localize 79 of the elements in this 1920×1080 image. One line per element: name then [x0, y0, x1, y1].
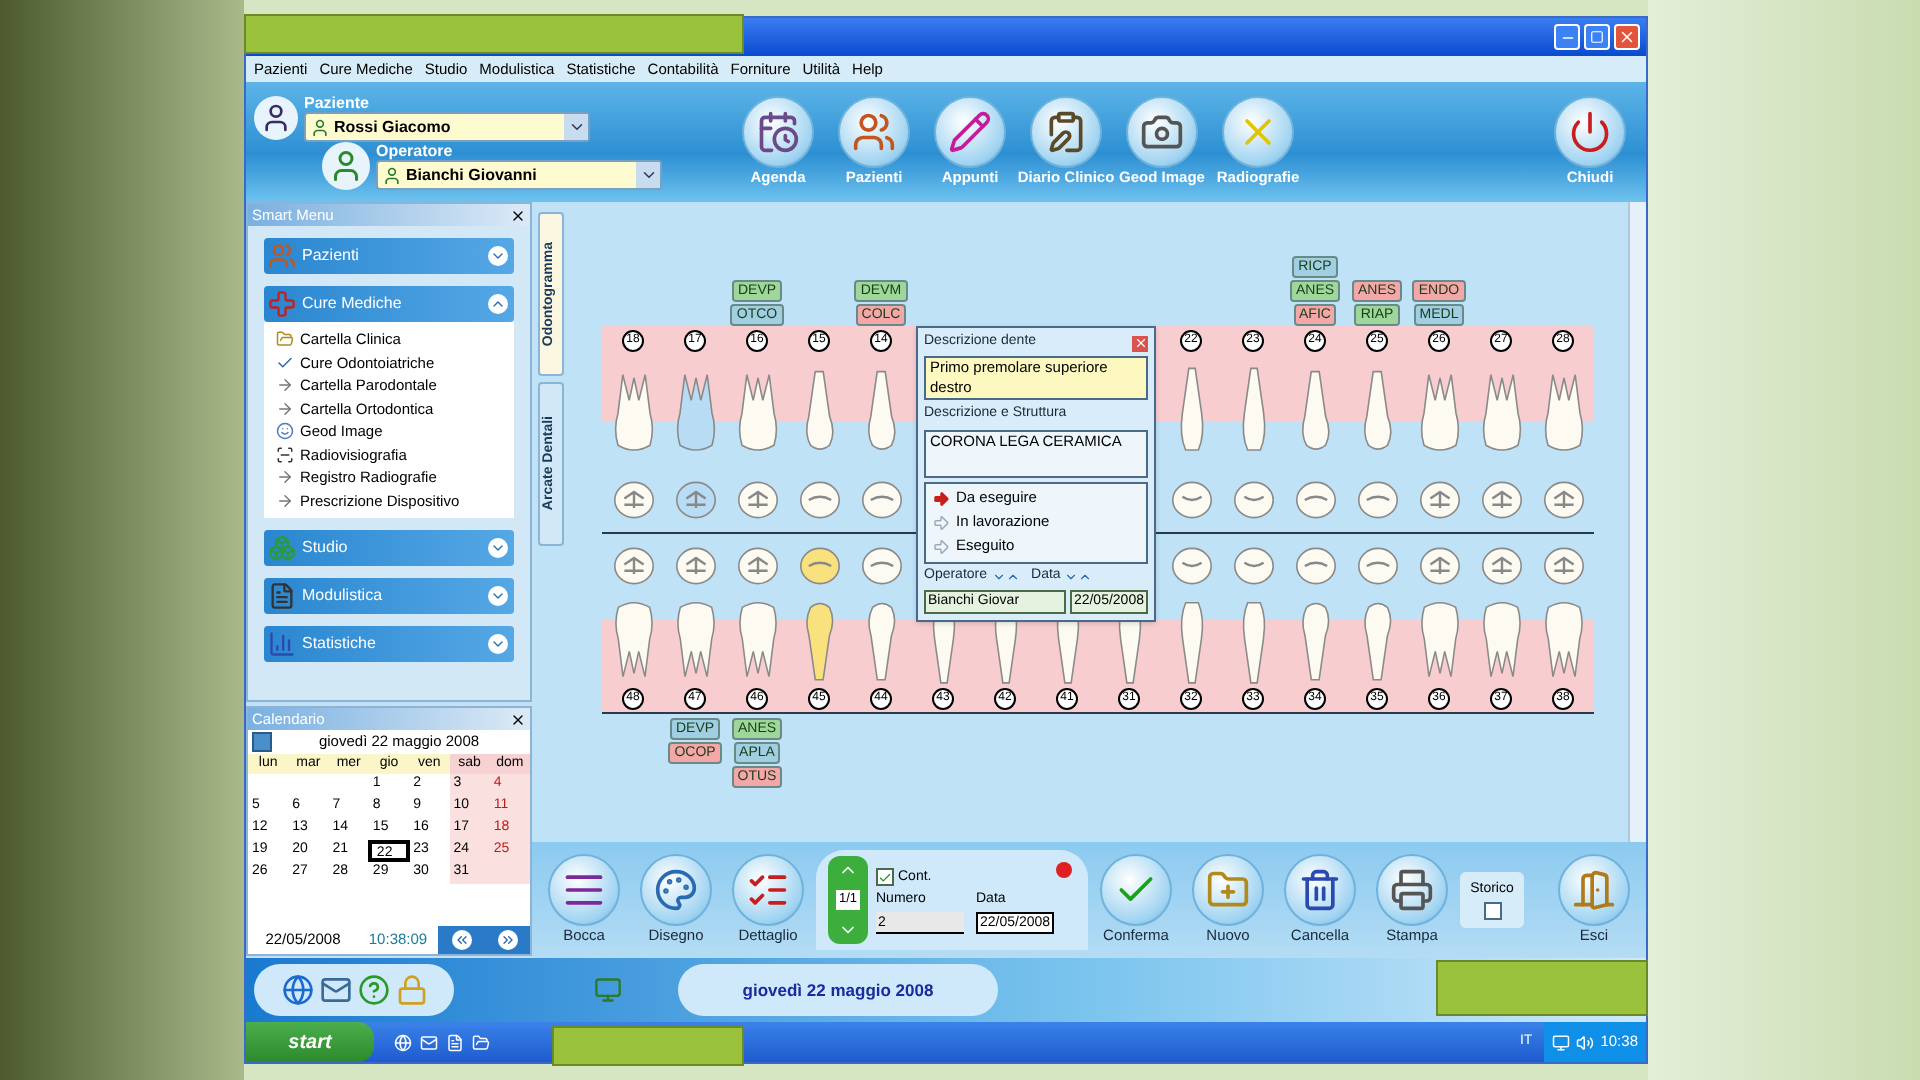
expand-icon [488, 586, 508, 606]
tooth-top-drawing[interactable] [1477, 542, 1525, 590]
palette-icon [654, 868, 698, 912]
expand-icon [488, 246, 508, 266]
scan-icon [276, 445, 294, 464]
expand-icon [488, 538, 508, 558]
close-button[interactable] [510, 711, 526, 727]
mail-icon[interactable] [319, 974, 351, 1006]
previous-button[interactable] [451, 930, 471, 950]
power-icon [1568, 110, 1612, 154]
arrow-icon [932, 489, 950, 507]
tooth-top-drawing[interactable] [1229, 542, 1277, 590]
status-date: giovedì 22 maggio 2008 [678, 964, 998, 1016]
tooth-top-drawing[interactable] [671, 542, 719, 590]
tooth-top-drawing[interactable] [857, 542, 905, 590]
arrow-icon [276, 376, 294, 395]
combo-box[interactable]: Rossi Giacomo [304, 112, 590, 142]
mail-icon[interactable] [420, 1033, 438, 1051]
menu-group-header[interactable]: Studio [264, 530, 514, 566]
computer-icon[interactable] [594, 976, 622, 1004]
camera-icon [1140, 110, 1184, 154]
calendar-icon[interactable] [252, 732, 272, 752]
arrow-icon [932, 537, 950, 555]
pencil-icon [948, 110, 992, 154]
tooth-top-drawing[interactable] [609, 542, 657, 590]
menu-group-header[interactable]: Cure Mediche [264, 286, 514, 322]
arrow-icon [276, 399, 294, 418]
tooth-top-drawing[interactable] [1291, 542, 1339, 590]
arrow-icon [276, 491, 294, 510]
door-icon [1572, 868, 1616, 912]
person-icon [310, 117, 330, 137]
sort-arrows-icon[interactable] [991, 569, 1020, 583]
speaker-icon[interactable] [1576, 1033, 1595, 1051]
close-button[interactable] [510, 207, 526, 223]
network-icon[interactable] [1552, 1033, 1571, 1051]
trash-icon [1298, 868, 1342, 912]
document-icon[interactable] [446, 1033, 464, 1051]
close-icon [1618, 28, 1636, 46]
next-button[interactable] [497, 930, 517, 950]
document-icon [268, 582, 296, 610]
tooth-top-drawing[interactable] [733, 542, 781, 590]
medical-cross-icon [268, 290, 296, 318]
folder-plus-icon [1206, 868, 1250, 912]
combo-box[interactable]: Bianchi Giovanni [376, 160, 662, 190]
calendar-clock-icon [756, 110, 800, 154]
lock-icon[interactable] [395, 974, 427, 1006]
person-icon [382, 165, 402, 185]
double-right-icon [499, 932, 515, 948]
double-left-icon [453, 932, 469, 948]
collapse-icon [488, 294, 508, 314]
checkbox[interactable] [876, 868, 894, 887]
tooth-top-drawing[interactable] [1353, 542, 1401, 590]
help-icon[interactable] [357, 974, 389, 1006]
restore-button[interactable] [1584, 24, 1610, 50]
check-icon [276, 353, 294, 372]
globe-icon[interactable] [281, 974, 313, 1006]
square-icon [1590, 30, 1604, 44]
scrollbar[interactable] [1628, 202, 1646, 842]
expand-icon [488, 634, 508, 654]
printer-icon [1390, 868, 1434, 912]
tooth-top-drawing[interactable] [1167, 542, 1215, 590]
sort-arrows-icon[interactable] [1064, 569, 1093, 583]
cubes-icon [268, 534, 296, 562]
tooth-top-drawing[interactable] [1539, 542, 1587, 590]
people-icon [852, 110, 896, 154]
avatar-icon [254, 96, 298, 140]
tooth-top-drawing[interactable] [795, 542, 843, 590]
arrow-icon [276, 468, 294, 487]
folder-icon[interactable] [472, 1033, 490, 1051]
folder-icon [276, 330, 294, 349]
start-button[interactable]: start [246, 1022, 374, 1062]
checkbox[interactable] [1483, 901, 1501, 920]
people-icon [268, 242, 296, 270]
tooth-top-drawing[interactable] [1415, 542, 1463, 590]
bar-chart-icon [268, 630, 296, 658]
minimize-button[interactable] [1554, 24, 1580, 50]
arrow-icon [932, 513, 950, 531]
clipboard-icon [1044, 110, 1088, 154]
avatar-icon [322, 142, 370, 190]
